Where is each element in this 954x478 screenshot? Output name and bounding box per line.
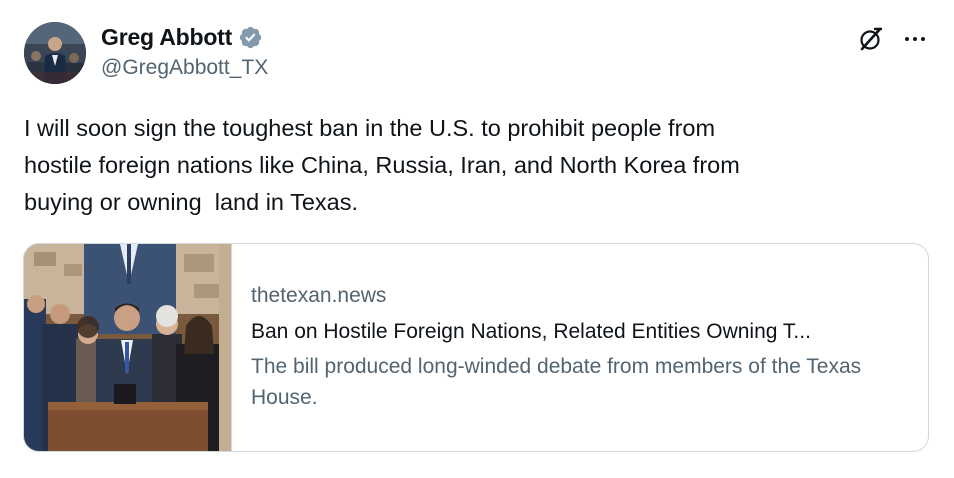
link-card-text[interactable]: thetexan.news Ban on Hostile Foreign Nat… [251, 282, 916, 413]
link-card-description: The bill produced long-winded debate fro… [251, 355, 862, 409]
verified-badge-icon[interactable] [238, 25, 263, 50]
more-dot [913, 37, 917, 41]
grok-icon[interactable] [856, 24, 886, 54]
tweet: Greg Abbott @GregAbbott_TX I will soon s… [0, 0, 954, 478]
author-name-row: Greg Abbott [101, 24, 263, 51]
tweet-text: I will soon sign the toughest ban in the… [24, 115, 740, 215]
link-preview-card[interactable]: thetexan.news Ban on Hostile Foreign Nat… [23, 243, 929, 452]
more-dot [921, 37, 925, 41]
link-card-title: Ban on Hostile Foreign Nations, Related … [251, 320, 811, 343]
author-display-name[interactable]: Greg Abbott [101, 24, 232, 51]
author-handle[interactable]: @GregAbbott_TX [101, 56, 268, 80]
more-options-icon[interactable] [898, 24, 932, 54]
author-avatar[interactable] [24, 22, 86, 84]
link-card-domain: thetexan.news [251, 284, 387, 307]
link-card-image[interactable] [24, 244, 232, 451]
more-dot [905, 37, 909, 41]
